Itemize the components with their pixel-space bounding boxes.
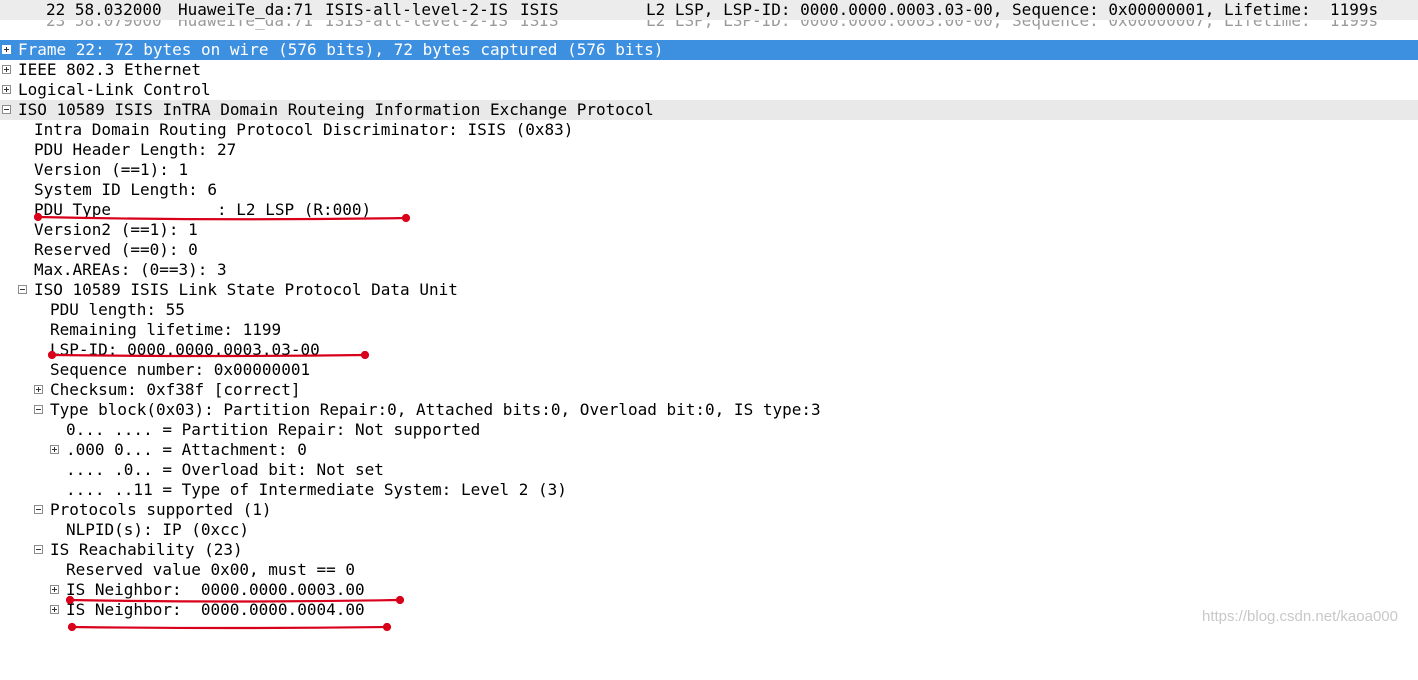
tree-item-label: .000 0... = Attachment: 0 [66,440,307,459]
tree-item-label: NLPID(s): IP (0xcc) [66,520,250,539]
tree-item-attachment[interactable]: .000 0... = Attachment: 0 [0,440,1418,460]
packet-details-tree: Frame 22: 72 bytes on wire (576 bits), 7… [0,40,1418,620]
tree-item-sequence-number[interactable]: Sequence number: 0x00000001 [0,360,1418,380]
collapse-minus-icon[interactable] [34,505,43,514]
tree-item-system-id-length[interactable]: System ID Length: 6 [0,180,1418,200]
tree-item-label: Remaining lifetime: 1199 [50,320,282,339]
packet-destination: ISIS-all-level-2-IS [325,0,509,19]
tree-item-is-neighbor-1[interactable]: IS Neighbor: 0000.0000.0003.00 [0,580,1418,600]
tree-item-label: PDU Header Length: 27 [34,140,237,159]
tree-item-ethernet[interactable]: IEEE 802.3 Ethernet [0,60,1418,80]
tree-item-label: Version2 (==1): 1 [34,220,198,239]
tree-item-reserved-value[interactable]: Reserved value 0x00, must == 0 [0,560,1418,580]
tree-item-label: IS Neighbor: 0000.0000.0003.00 [66,580,365,599]
tree-item-label: IS Neighbor: 0000.0000.0004.00 [66,600,365,619]
tree-item-label: Intra Domain Routing Protocol Discrimina… [34,120,574,139]
watermark: https://blog.csdn.net/kaoa000 [1202,608,1398,625]
tree-item-label: Protocols supported (1) [50,500,272,519]
packet-info: L2 LSP, LSP-ID: 0000.0000.0003.00-00, Se… [646,20,1379,30]
expand-plus-icon[interactable] [2,85,11,94]
packet-no-time: 23 58.079000 [46,20,162,30]
packet-no-time: 22 58.032000 [46,0,162,19]
tree-item-frame[interactable]: Frame 22: 72 bytes on wire (576 bits), 7… [0,40,1418,60]
packet-list-row[interactable]: 23 58.079000 HuaweiTe_da:71 ISIS-all-lev… [0,20,1418,40]
tree-item-label: .... ..11 = Type of Intermediate System:… [66,480,567,499]
tree-item-reserved[interactable]: Reserved (==0): 0 [0,240,1418,260]
tree-item-protocols-supported[interactable]: Protocols supported (1) [0,500,1418,520]
expand-plus-icon[interactable] [2,65,11,74]
expand-plus-icon[interactable] [50,605,59,614]
packet-protocol: ISIS [520,20,559,30]
tree-item-label: Version (==1): 1 [34,160,189,179]
tree-item-label: .... .0.. = Overload bit: Not set [66,460,384,479]
packet-list-row-selected[interactable]: 22 58.032000 HuaweiTe_da:71 ISIS-all-lev… [0,0,1418,20]
tree-item-label: IS Reachability (23) [50,540,243,559]
underline-dot [382,622,392,632]
packet-destination: ISIS-all-level-2-IS [325,20,509,30]
tree-item-discriminator[interactable]: Intra Domain Routing Protocol Discrimina… [0,120,1418,140]
expand-plus-icon[interactable] [50,585,59,594]
tree-item-pdu-header-length[interactable]: PDU Header Length: 27 [0,140,1418,160]
tree-item-label: LSP-ID: 0000.0000.0003.03-00 [50,340,320,359]
tree-item-llc[interactable]: Logical-Link Control [0,80,1418,100]
underline-dot [67,622,77,632]
collapse-minus-icon[interactable] [34,545,43,554]
tree-item-label: Sequence number: 0x00000001 [50,360,311,379]
tree-item-label: Reserved (==0): 0 [34,240,198,259]
packet-source: HuaweiTe_da:71 [178,20,313,30]
tree-item-max-areas[interactable]: Max.AREAs: (0==3): 3 [0,260,1418,280]
tree-item-is-type[interactable]: .... ..11 = Type of Intermediate System:… [0,480,1418,500]
tree-item-is-reachability[interactable]: IS Reachability (23) [0,540,1418,560]
tree-item-version[interactable]: Version (==1): 1 [0,160,1418,180]
expand-plus-icon[interactable] [34,385,43,394]
tree-item-pdu-type[interactable]: PDU Type : L2 LSP (R:000) [0,200,1418,220]
tree-item-label: 0... .... = Partition Repair: Not suppor… [66,420,481,439]
tree-item-label: Max.AREAs: (0==3): 3 [34,260,227,279]
tree-item-label: Reserved value 0x00, must == 0 [66,560,355,579]
tree-item-remaining-lifetime[interactable]: Remaining lifetime: 1199 [0,320,1418,340]
packet-source: HuaweiTe_da:71 [178,0,313,19]
tree-item-nlpid[interactable]: NLPID(s): IP (0xcc) [0,520,1418,540]
collapse-minus-icon[interactable] [2,105,11,114]
tree-item-label: Checksum: 0xf38f [correct] [50,380,301,399]
collapse-minus-icon[interactable] [34,405,43,414]
tree-item-label: PDU length: 55 [50,300,185,319]
tree-item-pdu-length[interactable]: PDU length: 55 [0,300,1418,320]
packet-info: L2 LSP, LSP-ID: 0000.0000.0003.03-00, Se… [646,0,1379,19]
tree-item-isis[interactable]: ISO 10589 ISIS InTRA Domain Routeing Inf… [0,100,1418,120]
tree-item-type-block[interactable]: Type block(0x03): Partition Repair:0, At… [0,400,1418,420]
tree-item-lsp-id[interactable]: LSP-ID: 0000.0000.0003.03-00 [0,340,1418,360]
underline-neighbor-2 [70,625,389,630]
expand-plus-icon[interactable] [50,445,59,454]
expand-plus-icon[interactable] [2,45,11,54]
tree-item-partition-repair[interactable]: 0... .... = Partition Repair: Not suppor… [0,420,1418,440]
tree-item-checksum[interactable]: Checksum: 0xf38f [correct] [0,380,1418,400]
tree-item-label: System ID Length: 6 [34,180,218,199]
tree-item-label: ISO 10589 ISIS InTRA Domain Routeing Inf… [18,100,654,119]
collapse-minus-icon[interactable] [18,285,27,294]
tree-item-version2[interactable]: Version2 (==1): 1 [0,220,1418,240]
tree-item-label: PDU Type : L2 LSP (R:000) [34,200,372,219]
tree-item-overload-bit[interactable]: .... .0.. = Overload bit: Not set [0,460,1418,480]
tree-item-label: Type block(0x03): Partition Repair:0, At… [50,400,821,419]
packet-protocol: ISIS [520,0,559,19]
tree-item-label: IEEE 802.3 Ethernet [18,60,202,79]
tree-item-label: Frame 22: 72 bytes on wire (576 bits), 7… [18,40,664,59]
tree-item-lsp-unit[interactable]: ISO 10589 ISIS Link State Protocol Data … [0,280,1418,300]
tree-item-label: ISO 10589 ISIS Link State Protocol Data … [34,280,458,299]
tree-item-label: Logical-Link Control [18,80,211,99]
